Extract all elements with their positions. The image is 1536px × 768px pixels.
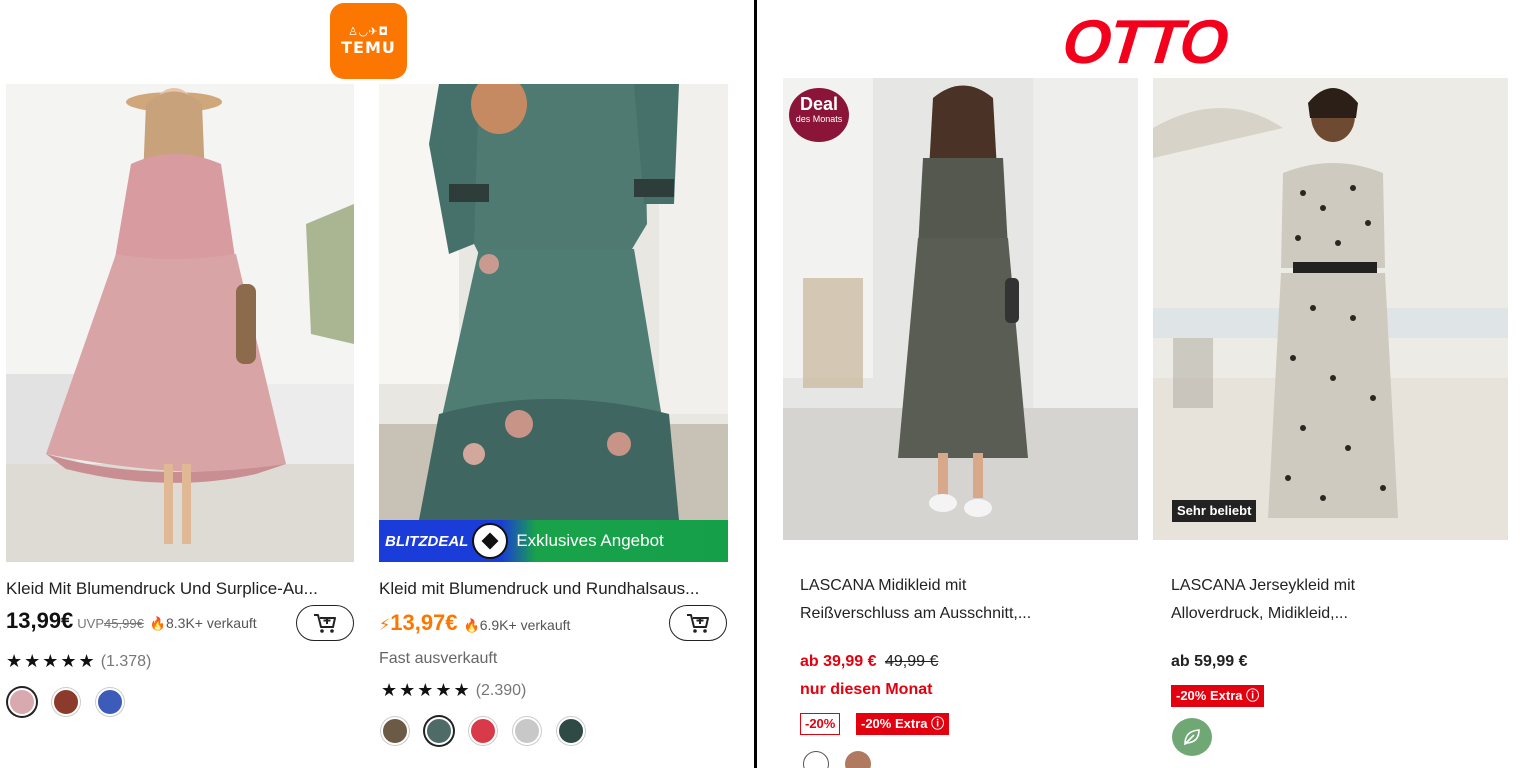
color-swatch[interactable] bbox=[469, 717, 497, 745]
product-title[interactable]: LASCANA Jerseykleid mit Alloverdruck, Mi… bbox=[1171, 572, 1501, 628]
uvp-price: UVP45,99€ bbox=[77, 616, 144, 631]
temu-panel: ♙◡✈◘ TEMU BLITZDEAL Exklusives Angebot K… bbox=[0, 0, 755, 768]
temu-logo-glyphs: ♙◡✈◘ bbox=[348, 25, 389, 38]
product-image-green-midi-dress[interactable] bbox=[783, 78, 1138, 540]
stars-icon: ★★★★★ bbox=[381, 680, 472, 700]
flame-icon: 🔥 bbox=[149, 616, 166, 631]
color-swatch[interactable] bbox=[845, 751, 871, 768]
rating-stars: ★★★★★ (2.390) bbox=[381, 680, 526, 701]
color-swatch[interactable] bbox=[52, 688, 80, 716]
product-title[interactable]: Kleid mit Blumendruck und Rundhalsaus... bbox=[379, 579, 728, 599]
promo-text: nur diesen Monat bbox=[800, 681, 933, 698]
leaf-icon[interactable] bbox=[1172, 718, 1212, 756]
sold-count-text: 8.3K+ verkauft bbox=[165, 615, 257, 631]
add-to-cart-button[interactable] bbox=[669, 605, 727, 641]
old-price: 49,99 € bbox=[884, 653, 939, 670]
product-image-green-dress[interactable] bbox=[379, 84, 728, 520]
extra-discount-badge[interactable]: -20% Extra ⓘ bbox=[856, 713, 950, 735]
product-price-value: 13,97€ bbox=[390, 610, 458, 635]
discount-badge: -20% bbox=[800, 713, 841, 735]
sold-count: 🔥6.9K+ verkauft bbox=[464, 617, 571, 634]
product-price: ⚡13,97€ bbox=[379, 610, 458, 636]
uvp-old-price: 45,99€ bbox=[104, 616, 144, 631]
popular-label: Sehr beliebt bbox=[1172, 500, 1257, 522]
product-title-line1: LASCANA Jerseykleid mit bbox=[1171, 577, 1356, 594]
product-price: ab 59,99 € bbox=[1171, 653, 1248, 670]
product-title-line2: Alloverdruck, Midikleid,... bbox=[1171, 605, 1348, 622]
cart-plus-icon bbox=[687, 614, 709, 633]
rating-stars: ★★★★★ (1.378) bbox=[6, 651, 151, 672]
rating-count: (2.390) bbox=[475, 681, 527, 699]
color-swatch[interactable] bbox=[557, 717, 585, 745]
football-icon bbox=[472, 523, 509, 559]
cart-plus-icon bbox=[314, 614, 336, 633]
product-title[interactable]: Kleid Mit Blumendruck Und Surplice-Au... bbox=[6, 579, 354, 599]
flash-deal-banner[interactable]: BLITZDEAL Exklusives Angebot bbox=[379, 520, 728, 562]
lightning-icon: ⚡ bbox=[379, 617, 391, 634]
product-title-line1: LASCANA Midikleid mit bbox=[800, 577, 967, 594]
temu-logo: ♙◡✈◘ TEMU bbox=[330, 3, 407, 79]
flame-icon: 🔥 bbox=[463, 618, 480, 633]
flash-deal-text: Exklusives Angebot bbox=[516, 531, 664, 550]
color-swatch[interactable] bbox=[425, 717, 453, 745]
add-to-cart-button[interactable] bbox=[296, 605, 354, 641]
product-image-pink-dress[interactable] bbox=[6, 84, 354, 562]
product-price-row: 13,99€ UVP45,99€ 🔥8.3K+ verkauft bbox=[6, 608, 257, 634]
sold-count: 🔥8.3K+ verkauft bbox=[150, 615, 257, 632]
sold-count-text: 6.9K+ verkauft bbox=[479, 617, 571, 633]
flash-deal-label: BLITZDEAL bbox=[385, 532, 469, 550]
divider bbox=[754, 0, 757, 768]
color-swatch[interactable] bbox=[8, 688, 36, 716]
product-image-leopard-dress[interactable] bbox=[1153, 78, 1508, 540]
product-price: ab 39,99 € 49,99 € bbox=[800, 653, 938, 671]
product-title[interactable]: LASCANA Midikleid mit Reißverschluss am … bbox=[800, 572, 1130, 628]
rating-count: (1.378) bbox=[100, 652, 152, 670]
otto-logo: OTTO bbox=[1059, 8, 1230, 77]
color-swatch[interactable] bbox=[513, 717, 541, 745]
temu-logo-text: TEMU bbox=[341, 38, 396, 57]
product-price-value: ab 39,99 € bbox=[800, 653, 877, 670]
stock-note: Fast ausverkauft bbox=[379, 650, 498, 667]
product-title-line2: Reißverschluss am Ausschnitt,... bbox=[800, 605, 1032, 622]
deal-badge-title: Deal bbox=[799, 94, 839, 114]
color-swatch[interactable] bbox=[96, 688, 124, 716]
extra-discount-badge[interactable]: -20% Extra ⓘ bbox=[1171, 685, 1265, 707]
deal-badge-subtitle: des Monats bbox=[795, 114, 843, 124]
deal-of-month-badge: Deal des Monats bbox=[789, 88, 849, 142]
color-swatch[interactable] bbox=[381, 717, 409, 745]
product-price-row: ⚡13,97€ 🔥6.9K+ verkauft bbox=[379, 610, 570, 636]
color-swatch[interactable] bbox=[803, 751, 829, 768]
product-price: 13,99€ bbox=[6, 608, 74, 633]
uvp-label: UVP bbox=[77, 616, 105, 631]
stars-icon: ★★★★★ bbox=[6, 651, 97, 671]
